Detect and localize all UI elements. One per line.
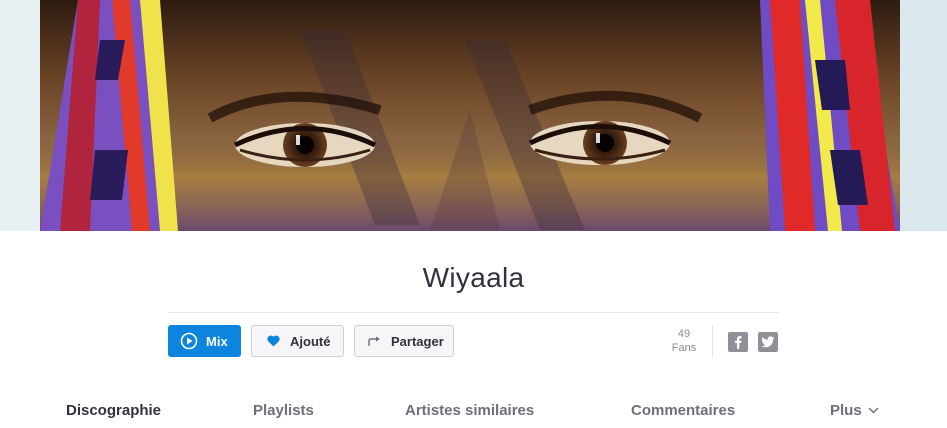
fans-divider (712, 325, 713, 357)
header-divider (168, 312, 779, 313)
artist-banner-image (0, 0, 947, 231)
artist-banner (0, 0, 947, 231)
twitter-share-button[interactable] (758, 332, 778, 352)
facebook-share-button[interactable] (728, 332, 748, 352)
fans-label: Fans (671, 342, 697, 354)
tab-similar-artists[interactable]: Artistes similaires (405, 402, 534, 419)
artist-name: Wiyaala (422, 262, 525, 293)
tab-playlists[interactable]: Playlists (253, 402, 314, 419)
share-button[interactable]: Partager (354, 325, 454, 357)
heart-icon (267, 335, 280, 347)
tab-discography[interactable]: Discographie (66, 402, 161, 419)
fans-count: 49 (677, 328, 691, 340)
favorite-button[interactable]: Ajouté (251, 325, 344, 357)
twitter-icon (761, 336, 775, 348)
tab-more-label: Plus (830, 402, 862, 419)
mix-button[interactable]: Mix (168, 325, 241, 357)
tab-comments[interactable]: Commentaires (631, 402, 735, 419)
share-button-label: Partager (391, 333, 444, 349)
share-icon (368, 335, 381, 347)
artist-tabs: Discographie Playlists Artistes similair… (0, 402, 947, 424)
favorite-button-label: Ajouté (290, 333, 331, 349)
chevron-down-icon (868, 407, 879, 414)
facebook-icon (733, 335, 743, 349)
play-icon (180, 332, 198, 350)
tab-more[interactable]: Plus (830, 402, 879, 419)
fans-counter: 49 Fans (660, 327, 708, 355)
mix-button-label: Mix (206, 333, 228, 349)
